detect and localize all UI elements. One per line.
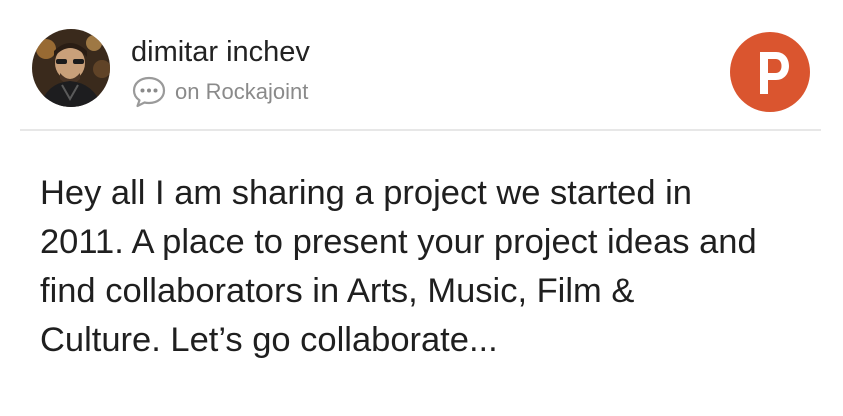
post-header: dimitar inchev on Rockajoint (0, 0, 843, 131)
post-card: dimitar inchev on Rockajoint Hey all I a… (0, 0, 843, 416)
source-link[interactable]: on Rockajoint (175, 79, 308, 105)
product-hunt-badge[interactable] (730, 32, 810, 112)
avatar[interactable] (32, 29, 110, 107)
post-body-line: 2011. A place to present your project id… (40, 223, 757, 261)
header-divider (20, 129, 821, 131)
post-body-line: Hey all I am sharing a project we starte… (40, 174, 692, 212)
author-name[interactable]: dimitar inchev (131, 34, 310, 70)
speech-bubble-icon (131, 74, 167, 110)
source-row: on Rockajoint (131, 74, 308, 110)
avatar-photo-icon (32, 29, 110, 107)
post-body-line: find collaborators in Arts, Music, Film … (40, 272, 635, 310)
product-hunt-p-icon (760, 52, 789, 94)
post-body-line: Culture. Let’s go collaborate... (40, 321, 498, 359)
post-body: Hey all I am sharing a project we starte… (40, 169, 820, 365)
